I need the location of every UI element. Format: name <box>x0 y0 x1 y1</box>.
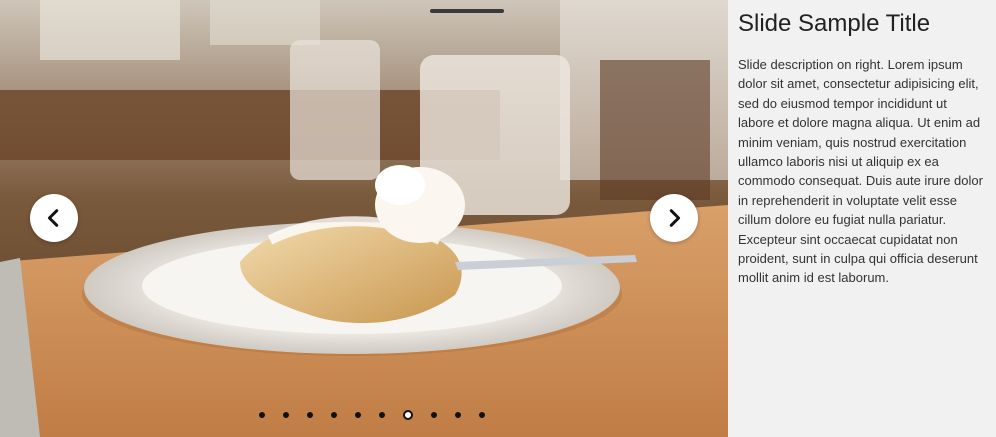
pagination-dot[interactable] <box>379 412 385 418</box>
slider: Slide Sample Title Slide description on … <box>0 0 996 437</box>
pagination-dots <box>250 408 494 422</box>
pagination-dot[interactable] <box>331 412 337 418</box>
pagination-dot[interactable] <box>479 412 485 418</box>
slide-photo <box>0 0 728 437</box>
slide-image <box>0 0 728 437</box>
pagination-dot[interactable] <box>455 412 461 418</box>
slide-info-panel: Slide Sample Title Slide description on … <box>728 0 996 437</box>
slide-description: Slide description on right. Lorem ipsum … <box>738 57 983 286</box>
pagination-dot[interactable] <box>355 412 361 418</box>
slide-title: Slide Sample Title <box>738 10 931 37</box>
pagination-dot[interactable] <box>403 410 413 420</box>
pagination-dot[interactable] <box>431 412 437 418</box>
previous-slide-button[interactable] <box>30 194 78 242</box>
chevron-left-icon <box>47 209 59 227</box>
chevron-right-icon <box>669 209 681 227</box>
pagination-dot[interactable] <box>307 412 313 418</box>
next-slide-button[interactable] <box>650 194 698 242</box>
pagination-dot[interactable] <box>259 412 265 418</box>
pagination-dot[interactable] <box>283 412 289 418</box>
top-drag-handle[interactable] <box>430 9 504 13</box>
